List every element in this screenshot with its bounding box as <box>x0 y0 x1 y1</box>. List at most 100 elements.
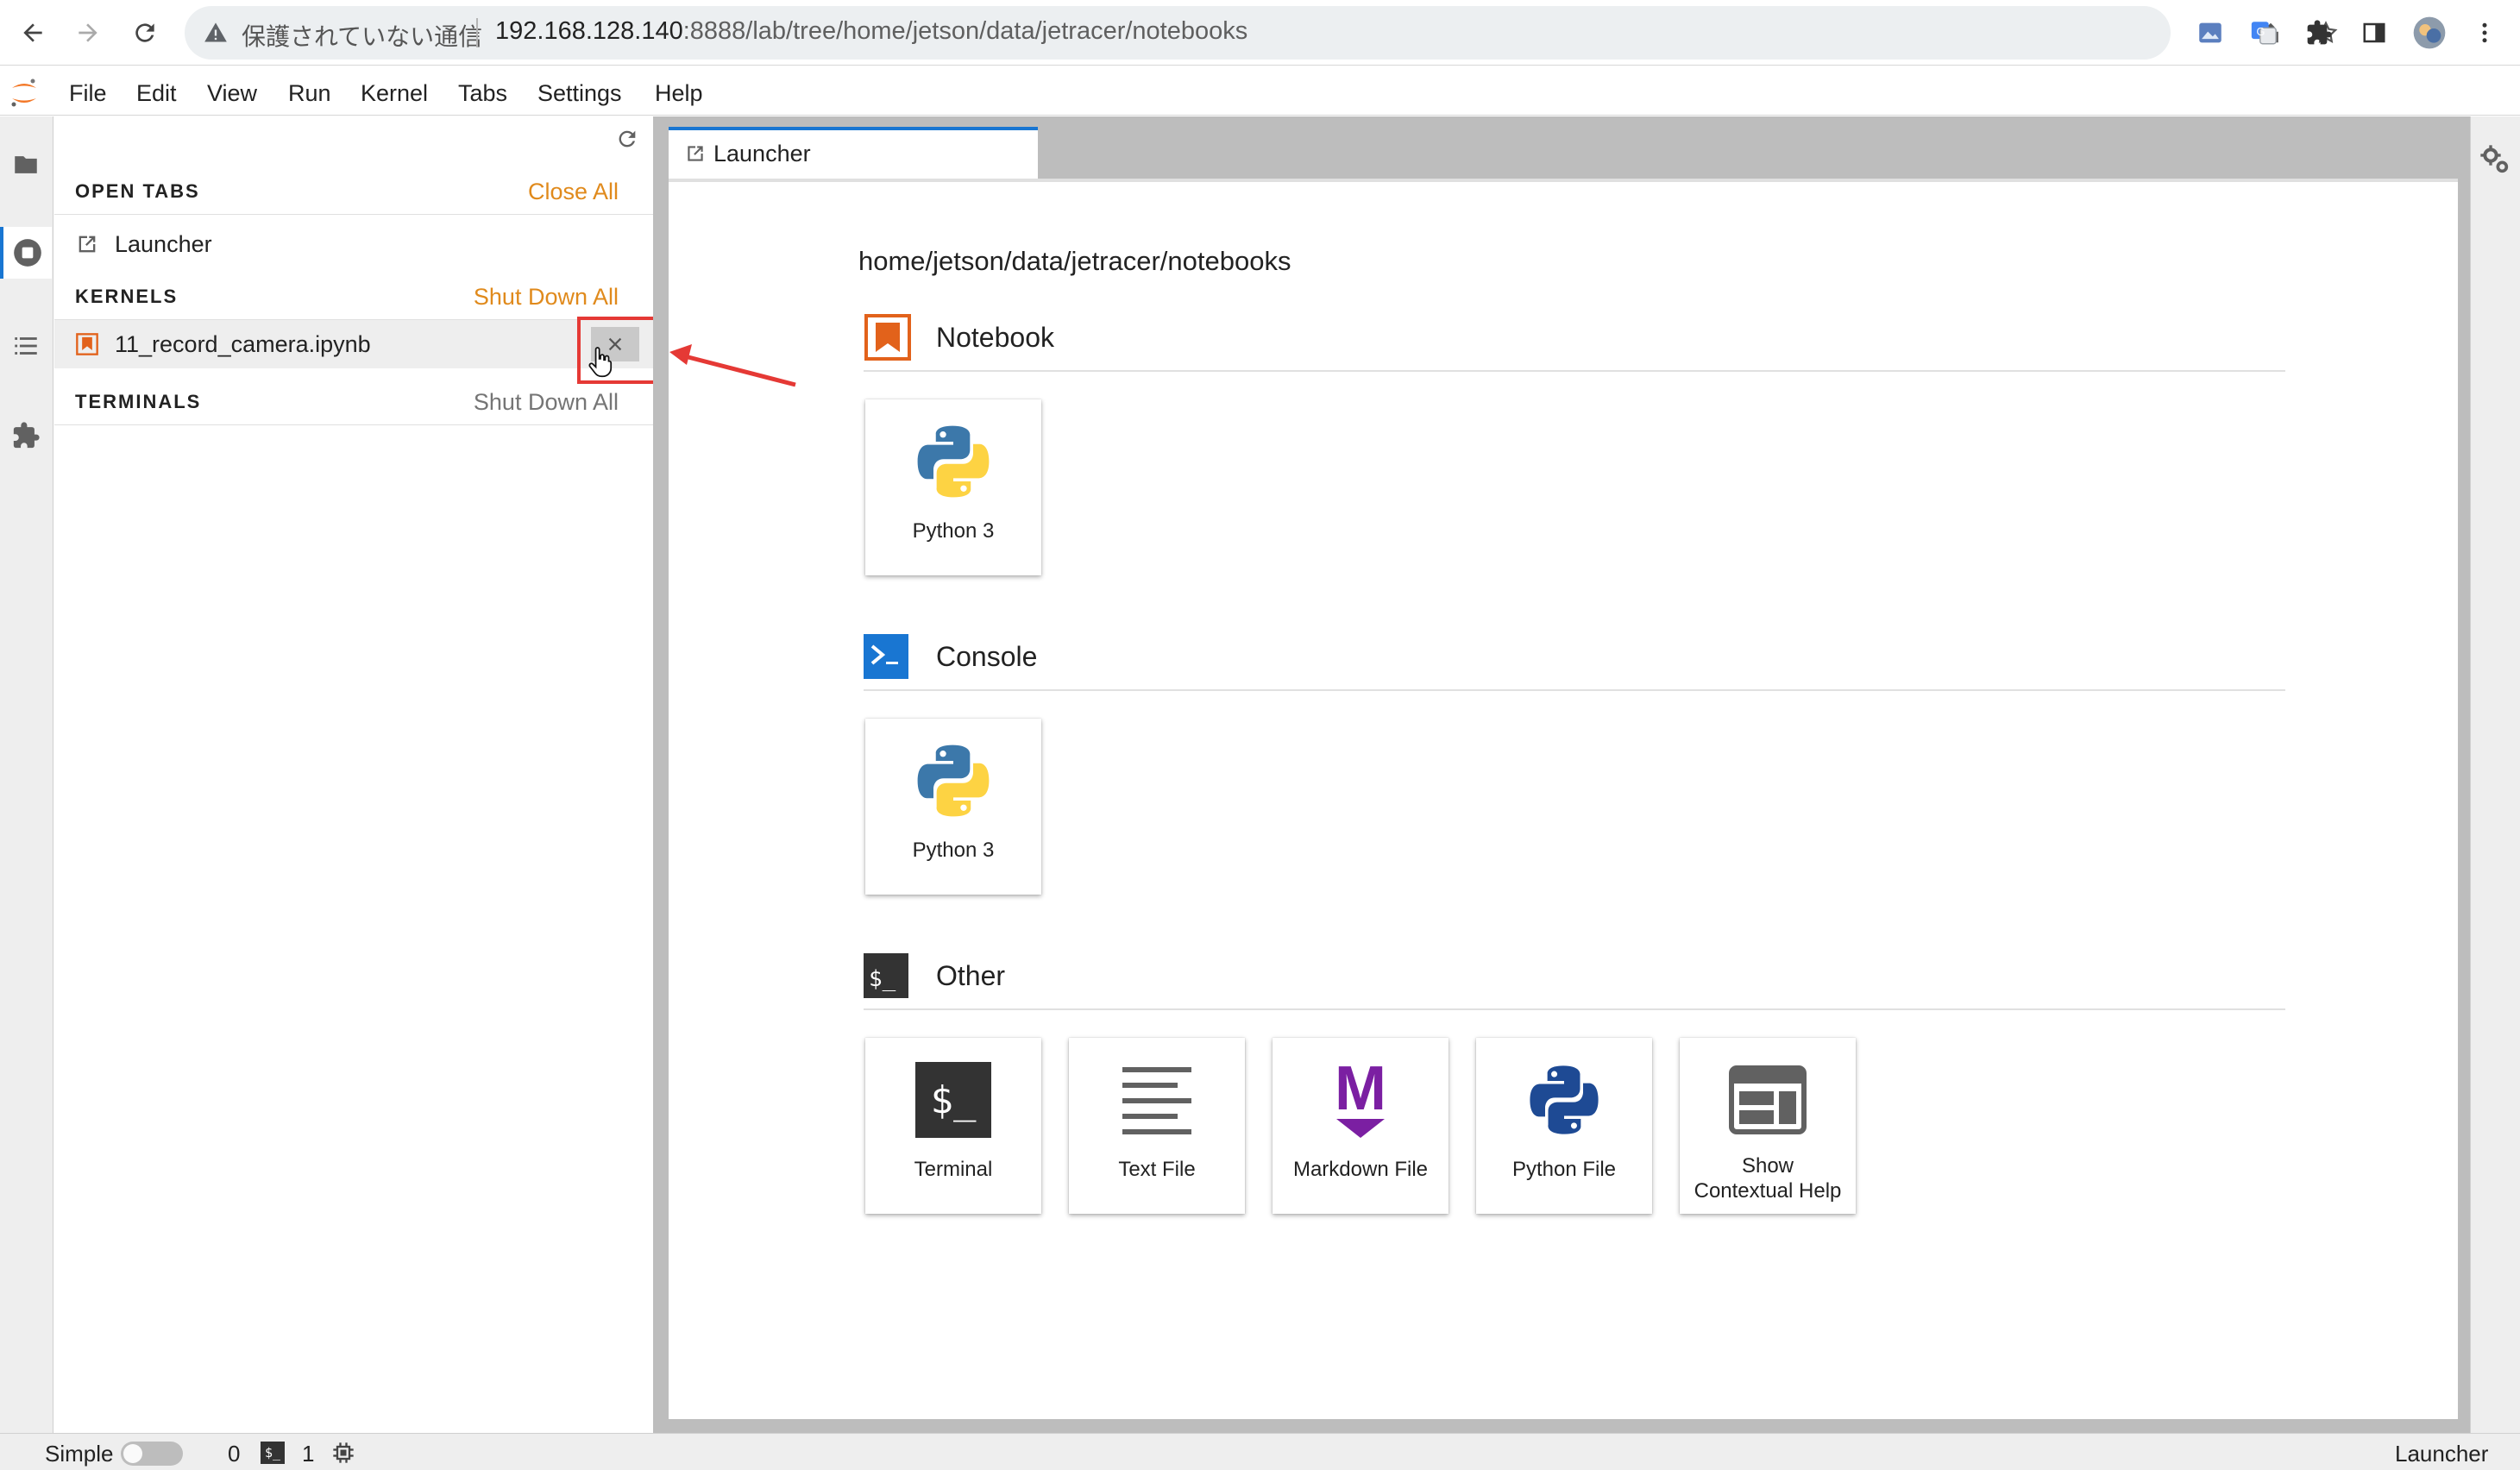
address-bar[interactable]: 保護されていない通信 192.168.128.140:8888/lab/tree… <box>185 6 2338 60</box>
reload-button[interactable] <box>124 12 166 53</box>
contextual-help-icon <box>1723 1055 1813 1145</box>
status-bar: Simple 0 $_ 1 Launcher <box>0 1433 2520 1470</box>
annotation-arrow-icon <box>669 344 796 387</box>
kernel-name: 11_record_camera.ipynb <box>115 331 371 357</box>
toggle-knob <box>123 1444 142 1463</box>
python-logo-icon <box>908 417 998 506</box>
notebook-section-header: Notebook <box>864 310 2285 372</box>
refresh-icon[interactable] <box>615 127 639 151</box>
extensions-button[interactable] <box>2298 12 2340 53</box>
close-all-button[interactable]: Close All <box>528 179 619 205</box>
menu-kernel[interactable]: Kernel <box>361 80 428 107</box>
stop-circle-icon <box>14 239 41 267</box>
url-host: 192.168.128.140 <box>495 17 683 45</box>
terminal-card[interactable]: $_ Terminal <box>865 1038 1041 1214</box>
card-label: Show Contextual Help <box>1694 1154 1842 1203</box>
running-sessions-tab[interactable] <box>0 227 52 279</box>
url-text: 192.168.128.140:8888/lab/tree/home/jetso… <box>495 17 1247 46</box>
terminal-count[interactable]: 1 <box>302 1441 314 1467</box>
side-panel-button[interactable] <box>2353 12 2395 53</box>
table-of-contents-tab[interactable] <box>0 320 52 372</box>
arrow-left-icon <box>23 23 42 42</box>
forward-button[interactable] <box>67 12 109 53</box>
other-section-header: $_ Other <box>864 948 2285 1010</box>
reload-icon <box>135 23 154 42</box>
console-python3-card[interactable]: Python 3 <box>865 719 1041 895</box>
notebook-python3-card[interactable]: Python 3 <box>865 399 1041 575</box>
menu-tabs[interactable]: Tabs <box>458 80 507 107</box>
url-separator <box>476 18 478 47</box>
chip-icon[interactable] <box>331 1441 355 1465</box>
insecure-label: 保護されていない通信 <box>242 23 483 50</box>
card-label: Python 3 <box>912 839 995 862</box>
open-tab-item-launcher[interactable]: Launcher <box>54 220 653 268</box>
text-file-icon <box>1112 1055 1202 1145</box>
markdown-file-card[interactable]: M Markdown File <box>1273 1038 1449 1214</box>
console-icon <box>864 634 908 679</box>
translate-extension-button[interactable]: G <box>2243 12 2284 53</box>
list-icon <box>15 337 37 355</box>
main-dock: Launcher home/jetson/data/jetracer/noteb… <box>667 116 2470 1433</box>
tab-launcher[interactable]: Launcher <box>669 127 1038 179</box>
python-file-card[interactable]: Python File <box>1476 1038 1652 1214</box>
notebook-section-title: Notebook <box>936 322 1054 353</box>
browser-menu-button[interactable] <box>2464 12 2505 53</box>
notebook-icon <box>76 333 98 355</box>
other-section-title: Other <box>936 960 1006 991</box>
terminals-header: TERMINALS Shut Down All <box>54 374 653 425</box>
open-tab-label: Launcher <box>115 231 212 257</box>
card-label: Markdown File <box>1292 1158 1429 1181</box>
kernel-count[interactable]: 0 <box>228 1441 240 1467</box>
tab-bar: Launcher <box>667 127 2460 179</box>
property-inspector-tab[interactable] <box>2478 142 2512 181</box>
arrow-down-icon <box>1336 1119 1385 1138</box>
menu-file[interactable]: File <box>69 80 107 107</box>
puzzle-icon <box>13 422 40 449</box>
puzzle-icon <box>2307 20 2332 45</box>
menu-settings[interactable]: Settings <box>537 80 622 107</box>
launcher-icon <box>688 146 703 161</box>
card-label: Text File <box>1118 1158 1196 1181</box>
url-path: :8888/lab/tree/home/jetson/data/jetracer… <box>682 17 1248 45</box>
menu-run[interactable]: Run <box>288 80 331 107</box>
text-file-card[interactable]: Text File <box>1069 1038 1245 1214</box>
markdown-icon: M <box>1316 1055 1405 1145</box>
simple-mode-toggle[interactable] <box>121 1442 183 1466</box>
tab-label: Launcher <box>713 141 811 166</box>
panel-splitter[interactable] <box>653 116 667 1433</box>
back-button[interactable] <box>12 12 53 53</box>
highlight-box <box>577 317 657 384</box>
profile-button[interactable] <box>2409 12 2450 53</box>
kebab-menu-icon <box>2482 22 2487 43</box>
arrow-right-icon <box>79 23 97 42</box>
status-right-label: Launcher <box>2395 1441 2489 1467</box>
console-section-header: Console <box>864 629 2285 691</box>
menubar: File Edit View Run Kernel Tabs Settings … <box>0 67 2520 116</box>
contextual-help-card[interactable]: Show Contextual Help <box>1680 1038 1856 1214</box>
running-panel: OPEN TABS Close All Launcher KERNELS Shu… <box>54 116 653 1433</box>
launcher-cwd: home/jetson/data/jetracer/notebooks <box>858 246 1291 276</box>
menu-edit[interactable]: Edit <box>136 80 177 107</box>
shut-down-all-terminals-button[interactable]: Shut Down All <box>474 389 619 416</box>
menu-view[interactable]: View <box>207 80 257 107</box>
avatar <box>2413 16 2446 49</box>
translate-icon: G <box>2251 22 2277 45</box>
terminal-glyph: $_ <box>930 1077 977 1122</box>
shut-down-all-kernels-button[interactable]: Shut Down All <box>474 284 619 311</box>
markdown-glyph: M <box>1335 1054 1386 1123</box>
folder-icon <box>15 156 37 173</box>
kernels-title: KERNELS <box>75 286 179 307</box>
image-extension-icon <box>2199 22 2221 43</box>
python-logo-icon <box>908 736 998 826</box>
menu-help[interactable]: Help <box>655 80 703 107</box>
python-file-icon <box>1519 1055 1609 1145</box>
open-tabs-header: OPEN TABS Close All <box>54 163 653 215</box>
kernel-item[interactable]: 11_record_camera.ipynb <box>54 320 653 378</box>
svg-text:$_: $_ <box>869 966 896 992</box>
terminal-status-icon: $_ <box>261 1442 285 1464</box>
extension-1-button[interactable] <box>2190 12 2231 53</box>
mode-label: Simple <box>45 1441 114 1467</box>
console-section-title: Console <box>936 641 1038 672</box>
file-browser-tab[interactable] <box>0 139 52 191</box>
extension-manager-tab[interactable] <box>0 410 52 462</box>
